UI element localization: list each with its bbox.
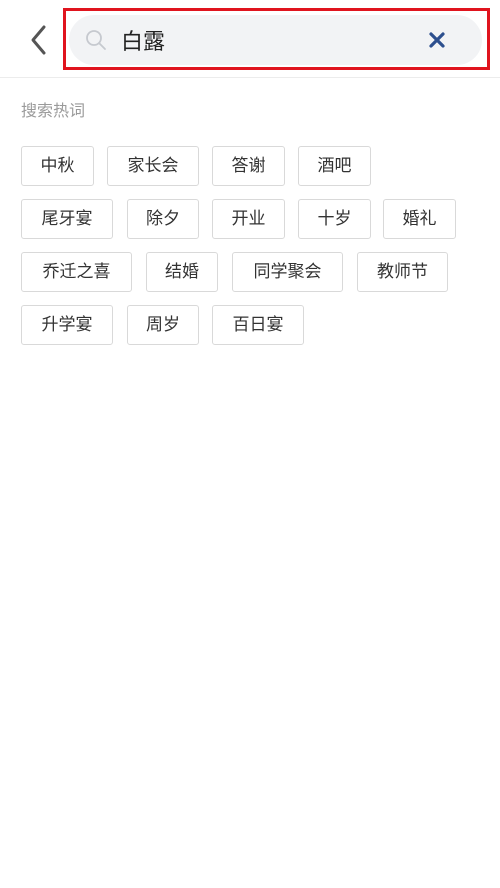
hot-word-tag[interactable]: 乔迁之喜 xyxy=(21,252,132,292)
search-page: 搜索热词 中秋 家长会 答谢 酒吧 尾牙宴 除夕 开业 十岁 婚礼 乔迁之喜 结… xyxy=(0,0,500,888)
hot-word-row: 乔迁之喜 结婚 同学聚会 教师节 xyxy=(21,252,481,292)
hot-word-tag[interactable]: 尾牙宴 xyxy=(21,199,113,239)
hot-words-title: 搜索热词 xyxy=(21,101,86,120)
search-icon xyxy=(86,30,106,50)
close-icon[interactable] xyxy=(425,28,449,52)
hot-word-tag[interactable]: 同学聚会 xyxy=(232,252,343,292)
hot-word-tag[interactable]: 家长会 xyxy=(107,146,199,186)
hot-word-tag[interactable]: 十岁 xyxy=(298,199,371,239)
hot-word-tag[interactable]: 答谢 xyxy=(212,146,285,186)
hot-word-tag[interactable]: 周岁 xyxy=(127,305,199,345)
search-input[interactable] xyxy=(121,15,411,65)
hot-word-tags: 中秋 家长会 答谢 酒吧 尾牙宴 除夕 开业 十岁 婚礼 乔迁之喜 结婚 同学聚… xyxy=(21,146,481,358)
hot-word-row: 升学宴 周岁 百日宴 xyxy=(21,305,481,345)
search-header xyxy=(0,0,500,78)
hot-word-tag[interactable]: 中秋 xyxy=(21,146,94,186)
hot-word-tag[interactable]: 酒吧 xyxy=(298,146,371,186)
hot-word-tag[interactable]: 百日宴 xyxy=(212,305,304,345)
hot-word-row: 中秋 家长会 答谢 酒吧 xyxy=(21,146,481,186)
back-button[interactable] xyxy=(26,22,54,58)
search-box[interactable] xyxy=(69,15,482,65)
hot-word-tag[interactable]: 婚礼 xyxy=(383,199,456,239)
hot-word-tag[interactable]: 开业 xyxy=(212,199,285,239)
hot-word-tag[interactable]: 除夕 xyxy=(127,199,199,239)
chevron-left-icon xyxy=(31,25,46,55)
hot-word-tag[interactable]: 教师节 xyxy=(357,252,448,292)
hot-word-tag[interactable]: 升学宴 xyxy=(21,305,113,345)
hot-word-tag[interactable]: 结婚 xyxy=(146,252,218,292)
hot-word-row: 尾牙宴 除夕 开业 十岁 婚礼 xyxy=(21,199,481,239)
